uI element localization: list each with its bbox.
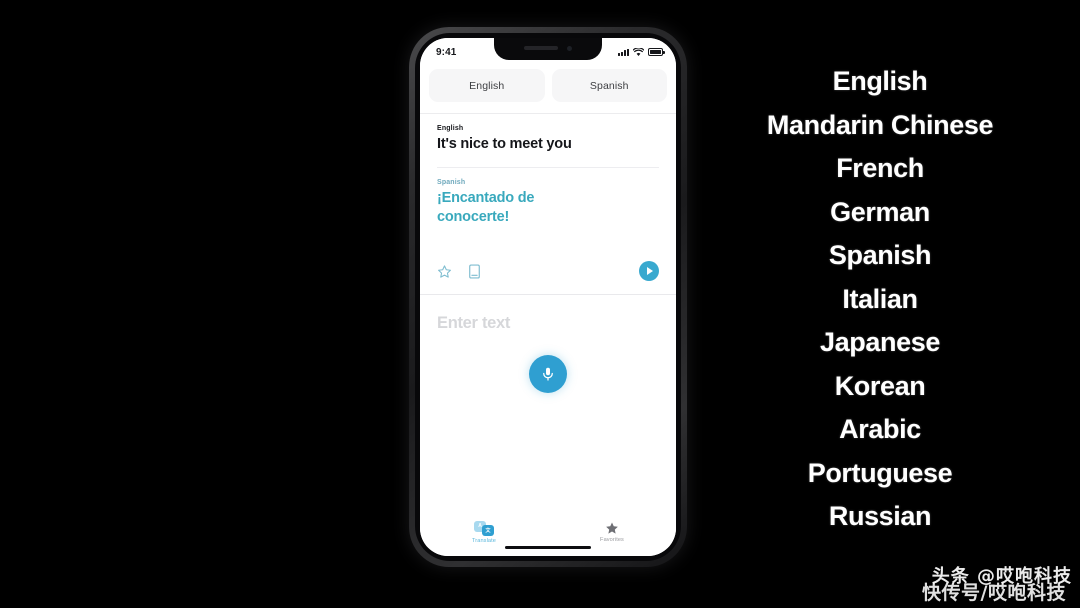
iphone-mockup: 9:41 English Spanish English It's nice t… bbox=[409, 27, 687, 567]
language-list-item: Korean bbox=[834, 370, 926, 401]
tab-translate[interactable]: A文 Translate bbox=[420, 520, 548, 544]
watermark-line-2: 快传号/哎咆科技 bbox=[922, 582, 1066, 604]
target-language-label: Spanish bbox=[437, 179, 466, 187]
tab-bar: A文 Translate Favorites bbox=[420, 512, 676, 556]
earpiece-speaker-icon bbox=[524, 46, 558, 50]
notch bbox=[494, 38, 602, 60]
language-list-item: Italian bbox=[842, 283, 918, 314]
screenshot-root: 9:41 English Spanish English It's nice t… bbox=[0, 0, 1080, 608]
card-divider bbox=[437, 167, 659, 169]
phone-screen: 9:41 English Spanish English It's nice t… bbox=[420, 38, 676, 556]
front-camera-icon bbox=[567, 45, 572, 51]
tab-favorites[interactable]: Favorites bbox=[548, 521, 676, 543]
play-triangle-icon bbox=[647, 267, 653, 276]
language-list-item: Arabic bbox=[839, 414, 921, 444]
language-list-item: French bbox=[836, 153, 924, 183]
status-bar-clock: 9:41 bbox=[436, 46, 457, 58]
language-list-item: Japanese bbox=[820, 327, 940, 357]
star-icon[interactable] bbox=[437, 264, 452, 279]
translate-bubbles-icon: A文 bbox=[474, 520, 494, 536]
enter-text-placeholder[interactable]: Enter text bbox=[437, 314, 510, 333]
tab-translate-label: Translate bbox=[471, 537, 496, 544]
wifi-icon bbox=[633, 47, 644, 56]
language-list-item: Mandarin Chinese bbox=[766, 109, 994, 140]
language-list-item: Spanish bbox=[828, 240, 932, 270]
microphone-button[interactable] bbox=[529, 355, 567, 394]
cellular-signal-icon bbox=[618, 48, 629, 56]
translation-card[interactable]: English It's nice to meet you Spanish ¡E… bbox=[420, 113, 676, 296]
compose-area[interactable]: Enter text bbox=[420, 295, 676, 512]
card-action-row bbox=[437, 227, 659, 295]
language-list-item: Russian bbox=[828, 501, 932, 531]
target-language-button[interactable]: Spanish bbox=[551, 69, 667, 102]
tab-favorites-label: Favorites bbox=[600, 537, 624, 543]
source-language-label: English bbox=[437, 125, 464, 132]
translated-text: ¡Encantado de conocerte! bbox=[437, 190, 535, 226]
status-bar-indicators bbox=[618, 47, 665, 57]
dictionary-icon[interactable] bbox=[468, 264, 481, 279]
star-filled-icon bbox=[606, 522, 618, 534]
language-selector-bar: English Spanish bbox=[420, 63, 676, 113]
battery-icon bbox=[648, 48, 665, 56]
language-list-item: German bbox=[830, 196, 930, 227]
supported-languages-list: English Mandarin Chinese French German S… bbox=[700, 60, 1060, 539]
play-audio-button[interactable] bbox=[639, 261, 659, 282]
source-text: It's nice to meet you bbox=[437, 136, 572, 152]
language-list-item: English bbox=[832, 66, 928, 96]
language-list-item: Portuguese bbox=[807, 457, 953, 488]
source-language-button[interactable]: English bbox=[429, 69, 545, 102]
home-indicator[interactable] bbox=[505, 545, 591, 549]
